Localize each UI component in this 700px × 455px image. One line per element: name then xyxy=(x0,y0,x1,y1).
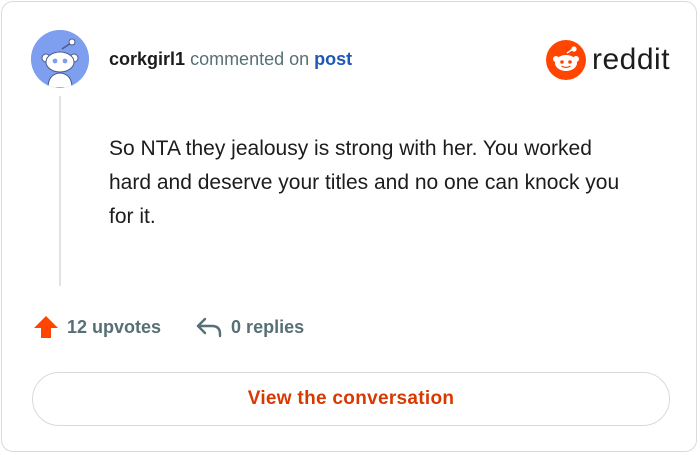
post-link[interactable]: post xyxy=(314,49,352,69)
action-text: commented on xyxy=(190,49,310,69)
reply-count: 0 replies xyxy=(231,316,305,337)
thread-line xyxy=(59,96,61,286)
reddit-comment-embed-card: corkgirl1 commented on post reddit So NT… xyxy=(1,1,697,452)
upvote-button[interactable]: 12 upvotes xyxy=(33,314,161,340)
snoo-avatar-icon xyxy=(31,30,89,88)
upvote-count: 12 upvotes xyxy=(67,316,162,337)
username-link[interactable]: corkgirl1 xyxy=(109,49,185,69)
reddit-logo-icon xyxy=(546,40,586,80)
upvote-arrow-icon xyxy=(34,316,58,338)
reddit-wordmark: reddit xyxy=(592,43,671,76)
reply-arrow-icon xyxy=(196,317,222,338)
replies-button[interactable]: 0 replies xyxy=(195,315,304,339)
reddit-logo[interactable]: reddit xyxy=(546,40,670,80)
comment-body: So NTA they jealousy is strong with her.… xyxy=(109,137,620,228)
comment-actions: 12 upvotes 0 replies xyxy=(33,314,304,340)
comment-header: corkgirl1 commented on post xyxy=(109,49,352,70)
avatar[interactable] xyxy=(31,30,89,88)
view-conversation-button[interactable]: View the conversation xyxy=(32,372,670,426)
